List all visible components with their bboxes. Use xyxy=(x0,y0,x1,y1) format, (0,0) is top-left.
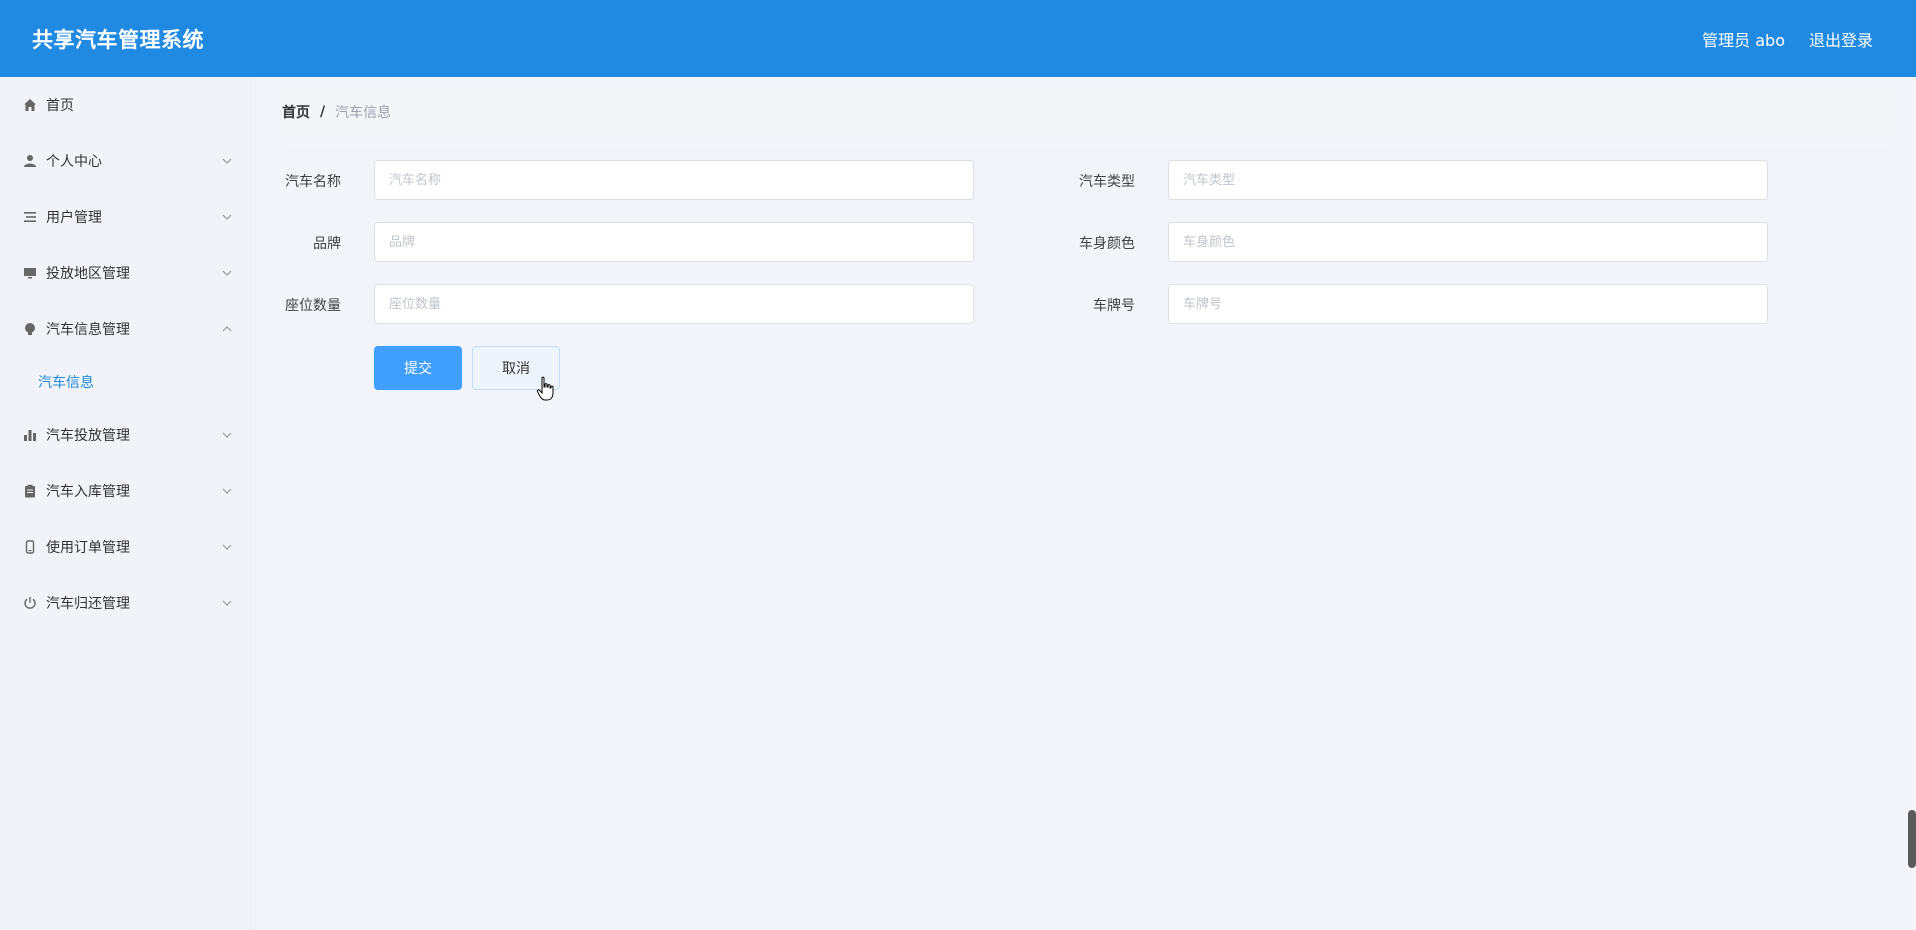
breadcrumb-separator: / xyxy=(320,104,326,120)
car-name-input[interactable] xyxy=(374,160,974,200)
sidebar-subitem-label: 汽车信息 xyxy=(38,375,94,391)
sidebar-item-users[interactable]: 用户管理 xyxy=(0,189,255,245)
sidebar-item-label: 汽车归还管理 xyxy=(46,596,130,612)
chevron-down-icon xyxy=(222,432,232,438)
list-icon xyxy=(22,209,38,225)
car-name-label: 汽车名称 xyxy=(285,174,341,190)
user-icon xyxy=(22,153,38,169)
scrollbar-thumb[interactable] xyxy=(1908,810,1916,868)
sidebar-item-label: 用户管理 xyxy=(46,210,102,226)
sidebar-item-label: 首页 xyxy=(46,98,74,114)
body-color-label: 车身颜色 xyxy=(1079,236,1135,252)
chevron-down-icon xyxy=(222,600,232,606)
logout-link[interactable]: 退出登录 xyxy=(1809,27,1873,51)
top-header: 共享汽车管理系统 管理员 abo 退出登录 xyxy=(0,0,1916,77)
breadcrumb-current: 汽车信息 xyxy=(335,105,392,121)
chevron-down-icon xyxy=(222,158,232,164)
header-right: 管理员 abo 退出登录 xyxy=(1678,27,1873,51)
sidebar-item-warehousing[interactable]: 汽车入库管理 xyxy=(0,463,255,519)
sidebar-subitem-car-info[interactable]: 汽车信息 xyxy=(0,357,255,407)
sidebar: 首页 个人中心 用户管理 投放地区管理 汽车信息管理 汽车信息 汽车投放管理 汽… xyxy=(0,77,256,930)
seats-input[interactable] xyxy=(374,284,974,324)
body-color-input[interactable] xyxy=(1168,222,1768,262)
plate-label: 车牌号 xyxy=(1093,298,1135,314)
car-info-form: 汽车名称 汽车类型 品牌 车身颜色 座位数量 车牌号 提交 取消 xyxy=(283,147,1893,426)
car-type-label: 汽车类型 xyxy=(1079,174,1135,190)
clipboard-icon xyxy=(22,483,38,499)
home-icon xyxy=(22,97,38,113)
seats-label: 座位数量 xyxy=(285,298,341,314)
sidebar-item-deployment[interactable]: 汽车投放管理 xyxy=(0,407,255,463)
submit-button[interactable]: 提交 xyxy=(374,346,462,390)
phone-icon xyxy=(22,539,38,555)
sidebar-item-label: 汽车信息管理 xyxy=(46,322,130,338)
sidebar-item-orders[interactable]: 使用订单管理 xyxy=(0,519,255,575)
breadcrumb-home[interactable]: 首页 xyxy=(282,102,310,122)
plate-input[interactable] xyxy=(1168,284,1768,324)
sidebar-item-car-info-mgmt[interactable]: 汽车信息管理 xyxy=(0,301,255,357)
current-user: 管理员 abo xyxy=(1702,30,1785,50)
sidebar-item-label: 个人中心 xyxy=(46,154,102,170)
chevron-down-icon xyxy=(222,214,232,220)
app-title: 共享汽车管理系统 xyxy=(32,27,204,52)
bar-chart-icon xyxy=(22,427,38,443)
sidebar-item-label: 汽车入库管理 xyxy=(46,484,130,500)
power-icon xyxy=(22,595,38,611)
sidebar-item-label: 使用订单管理 xyxy=(46,540,130,556)
bulb-icon xyxy=(22,321,38,337)
chevron-down-icon xyxy=(222,544,232,550)
sidebar-item-home[interactable]: 首页 xyxy=(0,77,255,133)
monitor-icon xyxy=(22,265,38,281)
chevron-down-icon xyxy=(222,270,232,276)
brand-label: 品牌 xyxy=(313,236,341,252)
chevron-up-icon xyxy=(222,326,232,332)
brand-input[interactable] xyxy=(374,222,974,262)
sidebar-item-returns[interactable]: 汽车归还管理 xyxy=(0,575,255,631)
car-type-input[interactable] xyxy=(1168,160,1768,200)
chevron-down-icon xyxy=(222,488,232,494)
sidebar-item-profile[interactable]: 个人中心 xyxy=(0,133,255,189)
hand-cursor-icon xyxy=(536,376,554,401)
sidebar-item-label: 投放地区管理 xyxy=(46,266,130,282)
sidebar-item-label: 汽车投放管理 xyxy=(46,428,130,444)
sidebar-item-regions[interactable]: 投放地区管理 xyxy=(0,245,255,301)
breadcrumb: 首页 / 汽车信息 xyxy=(276,90,1896,134)
